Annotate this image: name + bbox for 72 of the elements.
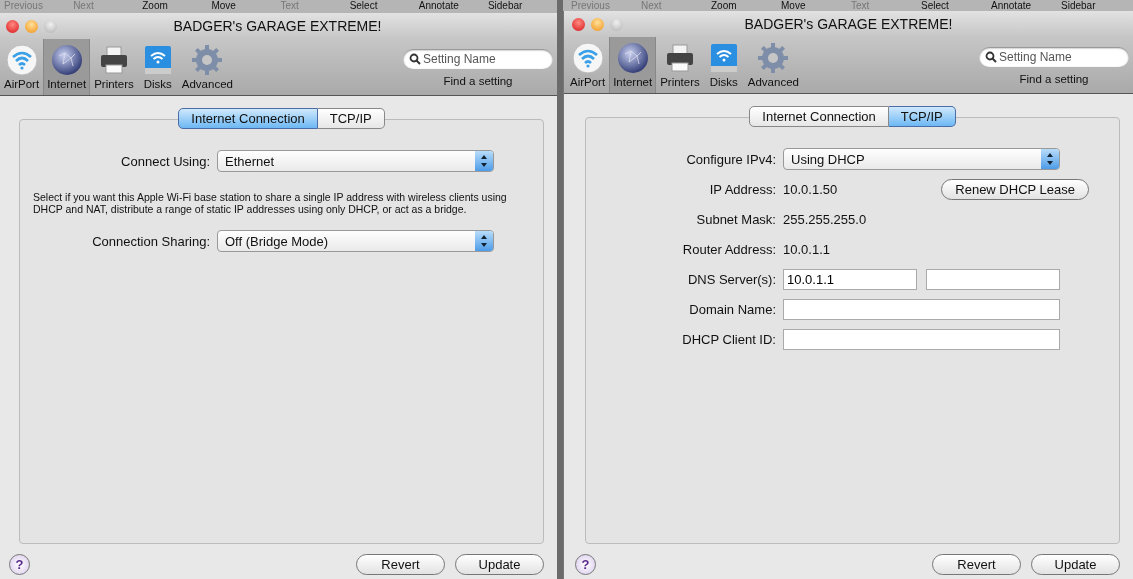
popup-menu[interactable]: Ethernet (217, 150, 494, 172)
field-label: Subnet Mask: (695, 212, 776, 227)
tab[interactable]: TCP/IP (317, 108, 385, 129)
toolbar-item[interactable]: Printers (656, 37, 704, 93)
toolbar-item[interactable]: AirPort (0, 39, 44, 95)
stepper-arrows-icon (475, 151, 493, 171)
minimize-button[interactable] (591, 17, 604, 31)
search-field[interactable]: Setting Name (979, 47, 1129, 67)
action-button[interactable]: Update (1031, 554, 1120, 575)
toolbar-label[interactable]: Zoom (711, 0, 781, 11)
wifi-icon (5, 44, 38, 76)
field-label: DHCP Client ID: (681, 332, 776, 347)
toolbar-label[interactable]: Annotate (418, 0, 488, 13)
field-label: DNS Server(s): (686, 272, 776, 287)
input-field[interactable]: 10.0.1.1 (783, 269, 917, 290)
close-button[interactable] (572, 17, 585, 31)
toolbar-label[interactable]: Sidebar (1061, 0, 1131, 11)
tab[interactable]: Internet Connection (178, 108, 318, 129)
settings-icon (191, 44, 224, 76)
search-caption: Find a setting (1019, 73, 1089, 85)
globe-icon (50, 44, 83, 76)
toolbar-item[interactable]: Printers (90, 39, 138, 95)
field-value: 10.0.1.50 (783, 182, 838, 197)
window-title: BADGER's GARAGE EXTREME! (173, 18, 382, 34)
toolbar-item[interactable]: Internet (43, 39, 91, 95)
toolbar-label[interactable]: Annotate (991, 0, 1061, 11)
toolbar-label[interactable]: Zoom (142, 0, 212, 13)
toolbar-item[interactable]: Internet (609, 37, 657, 93)
toolbar-label[interactable]: Select (921, 0, 991, 11)
zoom-button[interactable] (44, 19, 57, 33)
settings-icon (757, 42, 790, 74)
field-label: IP Address: (708, 182, 776, 197)
field-label: Configure IPv4: (685, 151, 776, 167)
help-button[interactable]: ? (575, 554, 596, 575)
toolbar-item[interactable]: Advanced (743, 37, 803, 93)
renew-button[interactable]: Renew DHCP Lease (941, 179, 1089, 200)
action-button[interactable]: Revert (356, 554, 445, 575)
search-caption: Find a setting (443, 75, 513, 87)
action-button[interactable]: Update (455, 554, 544, 575)
search-field[interactable]: Setting Name (403, 49, 553, 69)
stepper-arrows-icon (1041, 149, 1059, 169)
field-label: Domain Name: (688, 302, 776, 317)
stepper-arrows-icon (475, 231, 493, 251)
description-text: Select if you want this Apple Wi-Fi base station to share a single IP address with wireless clients using DHCP and NAT, distribute a range of static IP addresses using only DHCP, or act as a bridge. (33, 191, 508, 215)
globe-icon (616, 42, 649, 74)
input-field[interactable] (783, 329, 1060, 350)
toolbar-item[interactable]: Advanced (177, 39, 237, 95)
input-field[interactable] (926, 269, 1060, 290)
field-label: Connect Using: (120, 153, 210, 169)
action-button[interactable]: Revert (932, 554, 1021, 575)
field-label: Router Address: (681, 242, 776, 257)
help-button[interactable]: ? (9, 554, 30, 575)
window-title: BADGER's GARAGE EXTREME! (744, 16, 953, 32)
tab[interactable]: Internet Connection (749, 106, 889, 127)
close-button[interactable] (6, 19, 19, 33)
popup-menu[interactable]: Off (Bridge Mode) (217, 230, 494, 252)
toolbar-label[interactable]: Move (211, 0, 281, 13)
field-value: 255.255.255.0 (783, 212, 867, 227)
field-label: Connection Sharing: (91, 233, 210, 249)
tab[interactable]: TCP/IP (888, 106, 956, 127)
toolbar-item[interactable]: Disks (137, 39, 178, 95)
field-value: 10.0.1.1 (783, 242, 830, 257)
zoom-button[interactable] (610, 17, 623, 31)
wifi-icon (571, 42, 604, 74)
popup-menu[interactable]: Using DHCP (783, 148, 1060, 170)
toolbar-item[interactable]: Disks (703, 37, 744, 93)
input-field[interactable] (783, 299, 1060, 320)
minimize-button[interactable] (25, 19, 38, 33)
toolbar-label[interactable]: Select (349, 0, 419, 13)
toolbar-item[interactable]: AirPort (566, 37, 610, 93)
toolbar-label[interactable]: Move (781, 0, 851, 11)
toolbar-label[interactable]: Sidebar (487, 0, 557, 13)
